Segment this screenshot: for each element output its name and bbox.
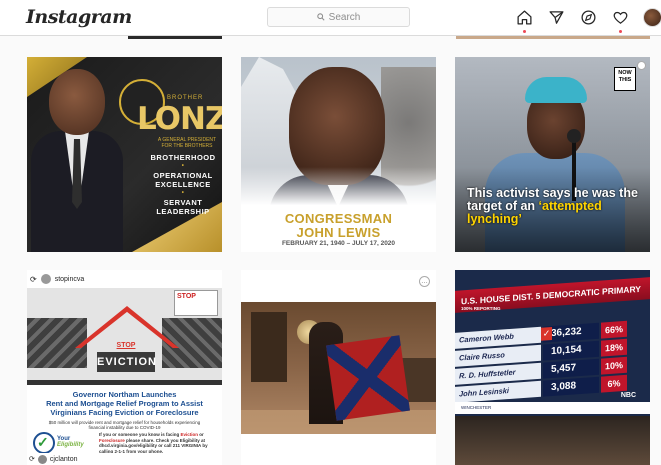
post-detail: $50 million will provide rent and mortga… (48, 420, 201, 430)
tile-bottom (241, 434, 436, 465)
post-subtitle: A GENERAL PRESIDENT FOR THE BROTHERS (157, 137, 217, 149)
heart-icon (613, 11, 628, 24)
post-detail: If you or someone you know is facing Evi… (99, 432, 217, 454)
chairs-left (27, 318, 87, 368)
heading-line: Governor Northam Launches (72, 390, 177, 399)
video-frame (241, 302, 436, 434)
search-icon (316, 13, 325, 21)
stop-badge: STOP (174, 290, 218, 316)
list-item: SERVANT LEADERSHIP (156, 198, 210, 216)
avatar (40, 274, 51, 284)
candidate-name: John Lesinski (455, 380, 541, 403)
repost-header: ⟳ stopincva (27, 270, 222, 288)
post-tile-john-lewis[interactable]: CONGRESSMAN JOHN LEWIS FEBRUARY 21, 1940… (241, 57, 436, 252)
winner-check-icon: ✓ (541, 327, 552, 341)
footer-username[interactable]: cjclanton (50, 456, 78, 463)
search-input[interactable]: Search (267, 7, 410, 27)
home-icon (517, 10, 532, 25)
previous-post-edge (128, 36, 222, 39)
post-list: BROTHERHOOD • OPERATIONAL EXCELLENCE • S… (145, 153, 221, 216)
checkmark-icon: ✓ (37, 434, 49, 450)
candidate-votes: 10,154 (543, 340, 599, 361)
door (251, 312, 287, 382)
previous-post-edge (456, 36, 650, 39)
heading-line: Rent and Mortgage Relief Program to Assi… (46, 399, 203, 408)
instagram-logo[interactable]: Instagram (26, 6, 132, 28)
explore-button[interactable] (579, 8, 598, 27)
repost-username[interactable]: stopincva (55, 276, 85, 283)
post-dates: FEBRUARY 21, 1940 – JULY 17, 2020 (281, 240, 396, 247)
divider (27, 380, 222, 385)
post-heading: Governor Northam Launches Rent and Mortg… (27, 390, 222, 417)
post-headline: CONGRESSMAN JOHN LEWIS (241, 212, 436, 240)
heading-line: Virginians Facing Eviction or Foreclosur… (50, 408, 199, 417)
portrait-head (49, 69, 105, 135)
profile-avatar (643, 8, 661, 27)
candidate-percent: 66% (601, 320, 627, 339)
post-tile-video[interactable]: … (241, 270, 436, 465)
eligibility-line: Eligibility (57, 442, 84, 448)
list-item: BROTHERHOOD (150, 153, 216, 162)
candidate-votes: 5,457 (543, 358, 599, 379)
notification-dot (523, 30, 526, 33)
detail-highlight: Foreclosure (99, 437, 125, 443)
eligibility-label: Your Eligibility (57, 436, 84, 448)
direct-icon (549, 11, 564, 24)
detail-text: or (198, 432, 204, 437)
repost-icon: ⟳ (29, 456, 35, 463)
profile-button[interactable] (643, 8, 661, 27)
badge-text: STOP (177, 293, 196, 300)
post-footer: ⟳ cjclanton (27, 453, 222, 465)
candidate-percent: 10% (601, 356, 627, 375)
separator: • (181, 190, 185, 196)
activity-dot (619, 30, 622, 33)
list-item: OPERATIONAL EXCELLENCE (153, 171, 213, 189)
headline-line: CONGRESSMAN (284, 211, 393, 226)
eviction-banner: EVICTION (97, 352, 156, 372)
detail-highlight: Eviction (180, 432, 199, 437)
more-options-icon[interactable]: … (419, 276, 430, 287)
stop-label: STOP (116, 342, 136, 349)
candidate-votes: 3,088 (543, 376, 599, 397)
post-tile-lonzer[interactable]: BROTHER LONZER A GENERAL PRESIDENT FOR T… (27, 57, 222, 252)
detail-text: If you or someone you know is facing (99, 432, 181, 437)
illustration: STOP EVICTION STOP (27, 288, 222, 380)
direct-button[interactable] (547, 8, 566, 27)
avatar (37, 454, 47, 464)
more-options-icon[interactable] (637, 61, 646, 70)
post-tile-election-results[interactable]: U.S. HOUSE DIST. 5 DEMOCRATIC PRIMARY 10… (455, 270, 650, 465)
post-caption: This activist says he was the target of … (467, 187, 642, 226)
top-nav-bar: Instagram Search (0, 0, 661, 36)
flag-icon (326, 335, 410, 421)
repost-icon: ⟳ (30, 274, 37, 284)
post-tile-activist[interactable]: NOW THIS This activist says he was the t… (455, 57, 650, 252)
activity-button[interactable] (611, 8, 630, 33)
ticker-bar: WINCHESTER (455, 402, 650, 414)
candidate-percent: 6% (601, 374, 627, 393)
badge-line: NOW (618, 70, 632, 76)
explore-icon (581, 10, 596, 25)
room-background (455, 416, 650, 465)
candidate-percent: 18% (601, 338, 627, 357)
badge-line: THIS (618, 77, 632, 83)
post-tile-stop-eviction[interactable]: ⟳ stopincva STOP EVICTION STOP Governor … (27, 270, 222, 465)
separator: • (181, 163, 185, 169)
search-placeholder: Search (328, 11, 361, 23)
portrait (31, 69, 123, 252)
nav-icons (515, 8, 661, 33)
headline-line: JOHN LEWIS (296, 225, 381, 240)
home-button[interactable] (515, 8, 534, 33)
network-logo: NBC (620, 392, 636, 399)
microphone-icon (567, 129, 581, 143)
nowthis-badge: NOW THIS (614, 67, 636, 91)
reporting-label: 100% REPORTING (461, 306, 501, 311)
post-headline: LONZER (137, 101, 222, 137)
person-cap (525, 77, 587, 103)
